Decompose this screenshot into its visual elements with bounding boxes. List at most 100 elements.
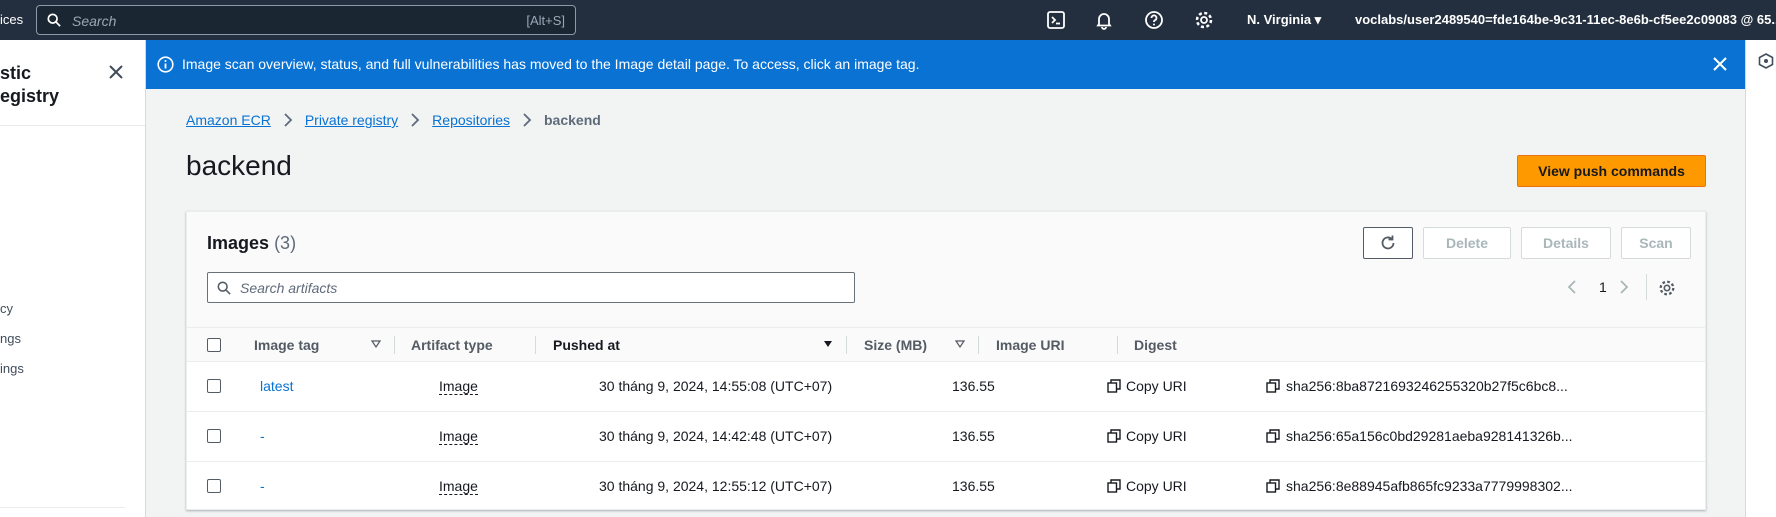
- images-heading: Images (3): [207, 233, 296, 254]
- side-navigation-divider: [0, 125, 145, 126]
- copy-uri-button[interactable]: Copy URI: [1126, 478, 1187, 494]
- page-number[interactable]: 1: [1599, 279, 1607, 295]
- artifact-type[interactable]: Image: [439, 478, 478, 495]
- region-selector[interactable]: N. Virginia ▾: [1247, 12, 1321, 28]
- pushed-at: 30 tháng 9, 2024, 14:42:48 (UTC+07): [599, 428, 833, 444]
- image-digest[interactable]: sha256:65a156c0bd29281aeba928141326b...: [1286, 428, 1573, 444]
- column-divider: [535, 336, 536, 354]
- table-header: Image tag Artifact type Pushed at Size (…: [187, 328, 1705, 362]
- page-title: backend: [186, 150, 292, 181]
- chevron-right-icon[interactable]: [1617, 279, 1631, 295]
- column-divider: [846, 336, 847, 354]
- image-digest[interactable]: sha256:8e88945afb865fc9233a7779998302...: [1286, 478, 1573, 494]
- chevron-left-icon[interactable]: [1565, 279, 1579, 295]
- side-nav-link[interactable]: ngs: [0, 331, 21, 346]
- refresh-icon: [1381, 235, 1395, 250]
- row-checkbox[interactable]: [207, 429, 221, 443]
- notifications-bell-icon[interactable]: [1094, 10, 1114, 30]
- search-shortcut-hint: [Alt+S]: [526, 13, 565, 28]
- breadcrumb-repositories[interactable]: Repositories: [432, 112, 510, 128]
- copy-icon[interactable]: [1266, 379, 1280, 393]
- copy-icon[interactable]: [1266, 429, 1280, 443]
- images-table-container: Images (3) Delete Details Scan Search ar…: [186, 211, 1706, 510]
- flash-message: Image scan overview, status, and full vu…: [182, 56, 920, 72]
- copy-icon[interactable]: [1107, 379, 1121, 393]
- table-row[interactable]: - Image 30 tháng 9, 2024, 12:55:12 (UTC+…: [187, 462, 1705, 512]
- column-divider: [1117, 336, 1118, 354]
- copy-icon[interactable]: [1107, 429, 1121, 443]
- column-divider: [394, 336, 395, 354]
- column-divider: [978, 336, 979, 354]
- column-image-uri: Image URI: [996, 337, 1065, 353]
- chevron-right-icon: [523, 113, 532, 127]
- breadcrumb-private-registry[interactable]: Private registry: [305, 112, 398, 128]
- chevron-right-icon: [284, 113, 293, 127]
- breadcrumb-amazon-ecr[interactable]: Amazon ECR: [186, 112, 271, 128]
- breadcrumb: Amazon ECR Private registry Repositories…: [186, 112, 601, 128]
- preferences-gear-icon[interactable]: [1658, 279, 1676, 297]
- settings-gear-icon[interactable]: [1194, 10, 1214, 30]
- table-row[interactable]: - Image 30 tháng 9, 2024, 14:42:48 (UTC+…: [187, 412, 1705, 462]
- sort-icon[interactable]: [955, 340, 965, 348]
- image-digest[interactable]: sha256:8ba8721693246255320b27f5c6bc8...: [1286, 378, 1568, 394]
- tools-panel: [1745, 40, 1776, 517]
- sort-icon[interactable]: [371, 340, 381, 348]
- details-button[interactable]: Details: [1521, 227, 1611, 259]
- scan-button[interactable]: Scan: [1621, 227, 1691, 259]
- pushed-at: 30 tháng 9, 2024, 14:55:08 (UTC+07): [599, 378, 833, 394]
- search-artifacts-input[interactable]: Search artifacts: [207, 272, 855, 303]
- global-search-input[interactable]: Search [Alt+S]: [36, 5, 576, 35]
- images-count: (3): [274, 233, 297, 253]
- view-push-commands-button[interactable]: View push commands: [1517, 155, 1706, 187]
- breadcrumb-current: backend: [544, 112, 601, 128]
- images-title: Images: [207, 233, 270, 253]
- column-digest: Digest: [1134, 337, 1177, 353]
- dismiss-icon[interactable]: [1710, 54, 1730, 74]
- services-menu[interactable]: ices: [0, 12, 23, 27]
- column-artifact-type[interactable]: Artifact type: [411, 337, 493, 353]
- search-placeholder: Search: [72, 13, 117, 29]
- side-navigation: stic egistry cy ngs ings: [0, 40, 146, 517]
- info-flash-banner: Image scan overview, status, and full vu…: [146, 40, 1745, 89]
- side-navigation-divider: [0, 507, 125, 508]
- cloudshell-icon[interactable]: [1046, 10, 1066, 30]
- side-nav-link[interactable]: cy: [0, 301, 13, 316]
- images-header: Images (3) Delete Details Scan Search ar…: [187, 212, 1705, 328]
- side-nav-link[interactable]: ings: [0, 361, 24, 376]
- sort-descending-icon[interactable]: [823, 340, 833, 348]
- pushed-at: 30 tháng 9, 2024, 12:55:12 (UTC+07): [599, 478, 833, 494]
- pager-divider: [1646, 274, 1647, 300]
- image-tag-link[interactable]: -: [260, 428, 265, 444]
- copy-icon[interactable]: [1266, 479, 1280, 493]
- account-menu[interactable]: voclabs/user2489540=fde164be-9c31-11ec-8…: [1355, 12, 1776, 28]
- row-checkbox[interactable]: [207, 379, 221, 393]
- refresh-button[interactable]: [1363, 227, 1413, 259]
- image-size: 136.55: [952, 428, 995, 444]
- chevron-right-icon: [411, 113, 420, 127]
- column-image-tag[interactable]: Image tag: [254, 337, 319, 353]
- image-tag-link[interactable]: -: [260, 478, 265, 494]
- copy-icon[interactable]: [1107, 479, 1121, 493]
- row-checkbox[interactable]: [207, 479, 221, 493]
- info-icon: [157, 56, 174, 73]
- search-artifacts-placeholder: Search artifacts: [240, 280, 338, 296]
- top-navigation: ices Search [Alt+S] N. Virginia ▾ voclab…: [0, 0, 1776, 40]
- search-icon: [47, 13, 61, 27]
- copy-uri-button[interactable]: Copy URI: [1126, 428, 1187, 444]
- close-icon[interactable]: [106, 62, 126, 82]
- table-row[interactable]: latest Image 30 tháng 9, 2024, 14:55:08 …: [187, 362, 1705, 412]
- select-all-checkbox[interactable]: [207, 338, 221, 352]
- search-icon: [217, 281, 231, 295]
- image-tag-link[interactable]: latest: [260, 378, 293, 394]
- column-size[interactable]: Size (MB): [864, 337, 927, 353]
- copy-uri-button[interactable]: Copy URI: [1126, 378, 1187, 394]
- help-icon[interactable]: [1144, 10, 1164, 30]
- image-size: 136.55: [952, 478, 995, 494]
- hexagon-icon[interactable]: [1758, 53, 1774, 69]
- artifact-type[interactable]: Image: [439, 378, 478, 395]
- column-pushed-at[interactable]: Pushed at: [553, 337, 620, 353]
- image-size: 136.55: [952, 378, 995, 394]
- delete-button[interactable]: Delete: [1423, 227, 1511, 259]
- artifact-type[interactable]: Image: [439, 428, 478, 445]
- side-navigation-title: stic egistry: [0, 63, 60, 106]
